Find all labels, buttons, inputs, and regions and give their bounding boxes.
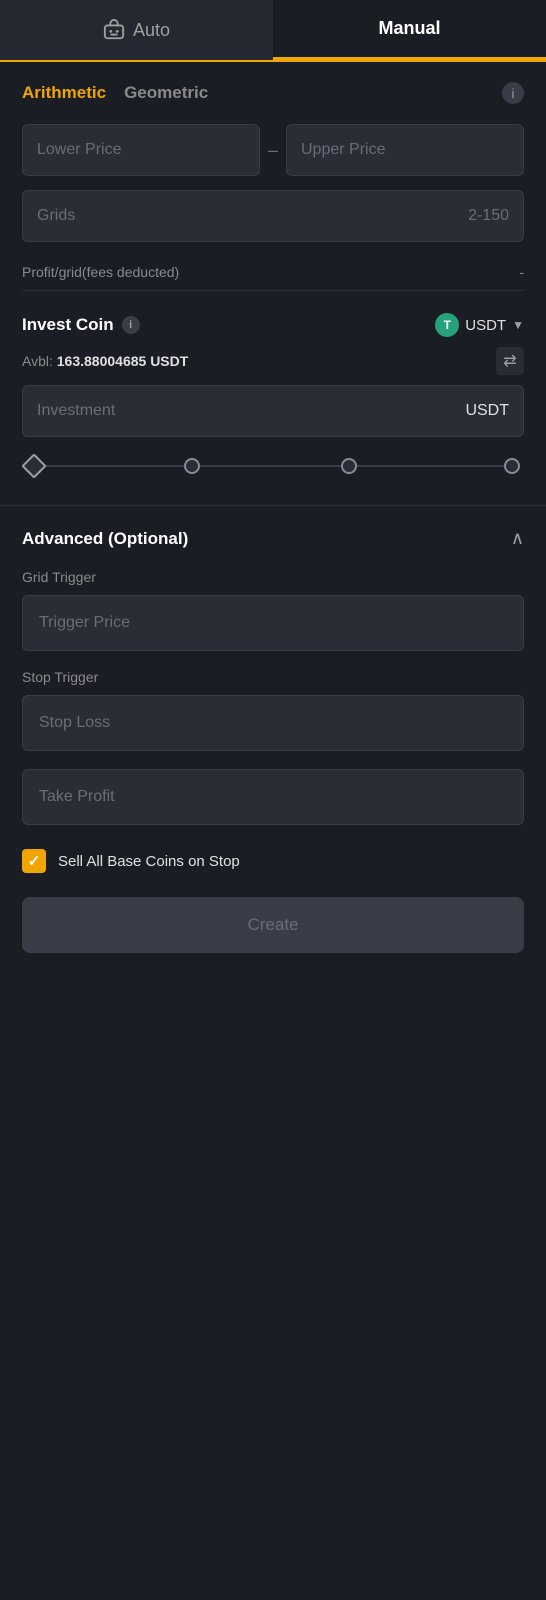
- investment-slider[interactable]: [22, 455, 524, 477]
- geometric-btn[interactable]: Geometric: [124, 83, 208, 103]
- slider-thumb-0[interactable]: [21, 453, 46, 478]
- stop-trigger-label: Stop Trigger: [22, 669, 524, 685]
- arithmetic-btn[interactable]: Arithmetic: [22, 83, 106, 103]
- stop-loss-input[interactable]: [22, 695, 524, 751]
- slider-track: [34, 465, 512, 467]
- sell-all-label: Sell All Base Coins on Stop: [58, 853, 240, 870]
- avbl-label: Avbl: 163.88004685 USDT: [22, 353, 188, 369]
- advanced-title: Advanced (Optional): [22, 529, 188, 549]
- sell-all-checkbox[interactable]: ✓: [22, 849, 46, 873]
- profit-grid-value: -: [519, 264, 524, 280]
- avbl-amount: 163.88004685 USDT: [57, 353, 189, 369]
- investment-placeholder: Investment: [37, 402, 115, 420]
- invest-header: Invest Coin i T USDT ▼: [22, 313, 524, 337]
- lower-price-input[interactable]: [22, 124, 260, 176]
- grids-range: 2-150: [468, 207, 509, 225]
- investment-currency: USDT: [465, 402, 509, 420]
- mode-info-icon[interactable]: i: [502, 82, 524, 104]
- avbl-row: Avbl: 163.88004685 USDT ⇄: [22, 347, 524, 375]
- trigger-price-input[interactable]: [22, 595, 524, 651]
- grid-trigger-label: Grid Trigger: [22, 569, 524, 585]
- invest-title-group: Invest Coin i: [22, 315, 140, 335]
- coin-label: USDT: [465, 317, 506, 334]
- invest-coin-label: Invest Coin: [22, 315, 114, 335]
- price-inputs-row: –: [22, 124, 524, 176]
- swap-icon[interactable]: ⇄: [496, 347, 524, 375]
- tab-bar: Auto Manual: [0, 0, 546, 62]
- price-dash: –: [268, 140, 278, 161]
- invest-info-icon[interactable]: i: [122, 316, 140, 334]
- section-divider: [0, 505, 546, 506]
- take-profit-input[interactable]: [22, 769, 524, 825]
- slider-thumb-1[interactable]: [184, 458, 200, 474]
- tab-manual-label: Manual: [378, 18, 440, 38]
- profit-grid-row: Profit/grid(fees deducted) -: [22, 254, 524, 291]
- slider-thumb-3[interactable]: [504, 458, 520, 474]
- tab-auto-label: Auto: [133, 20, 170, 41]
- create-button[interactable]: Create: [22, 897, 524, 953]
- upper-price-input[interactable]: [286, 124, 524, 176]
- advanced-chevron-up-icon: ∧: [511, 528, 524, 549]
- investment-box: Investment USDT: [22, 385, 524, 437]
- usdt-icon: T: [435, 313, 459, 337]
- slider-thumb-2[interactable]: [341, 458, 357, 474]
- advanced-section-header[interactable]: Advanced (Optional) ∧: [22, 528, 524, 549]
- profit-grid-label: Profit/grid(fees deducted): [22, 264, 179, 280]
- sell-all-checkbox-row: ✓ Sell All Base Coins on Stop: [22, 849, 524, 873]
- checkmark-icon: ✓: [28, 852, 41, 870]
- tab-manual[interactable]: Manual: [273, 0, 546, 60]
- grids-label: Grids: [37, 207, 75, 225]
- mode-row: Arithmetic Geometric i: [22, 82, 524, 104]
- coin-chevron-down-icon: ▼: [512, 318, 524, 332]
- tab-auto[interactable]: Auto: [0, 0, 273, 60]
- grids-box: Grids 2-150: [22, 190, 524, 242]
- coin-selector[interactable]: T USDT ▼: [435, 313, 524, 337]
